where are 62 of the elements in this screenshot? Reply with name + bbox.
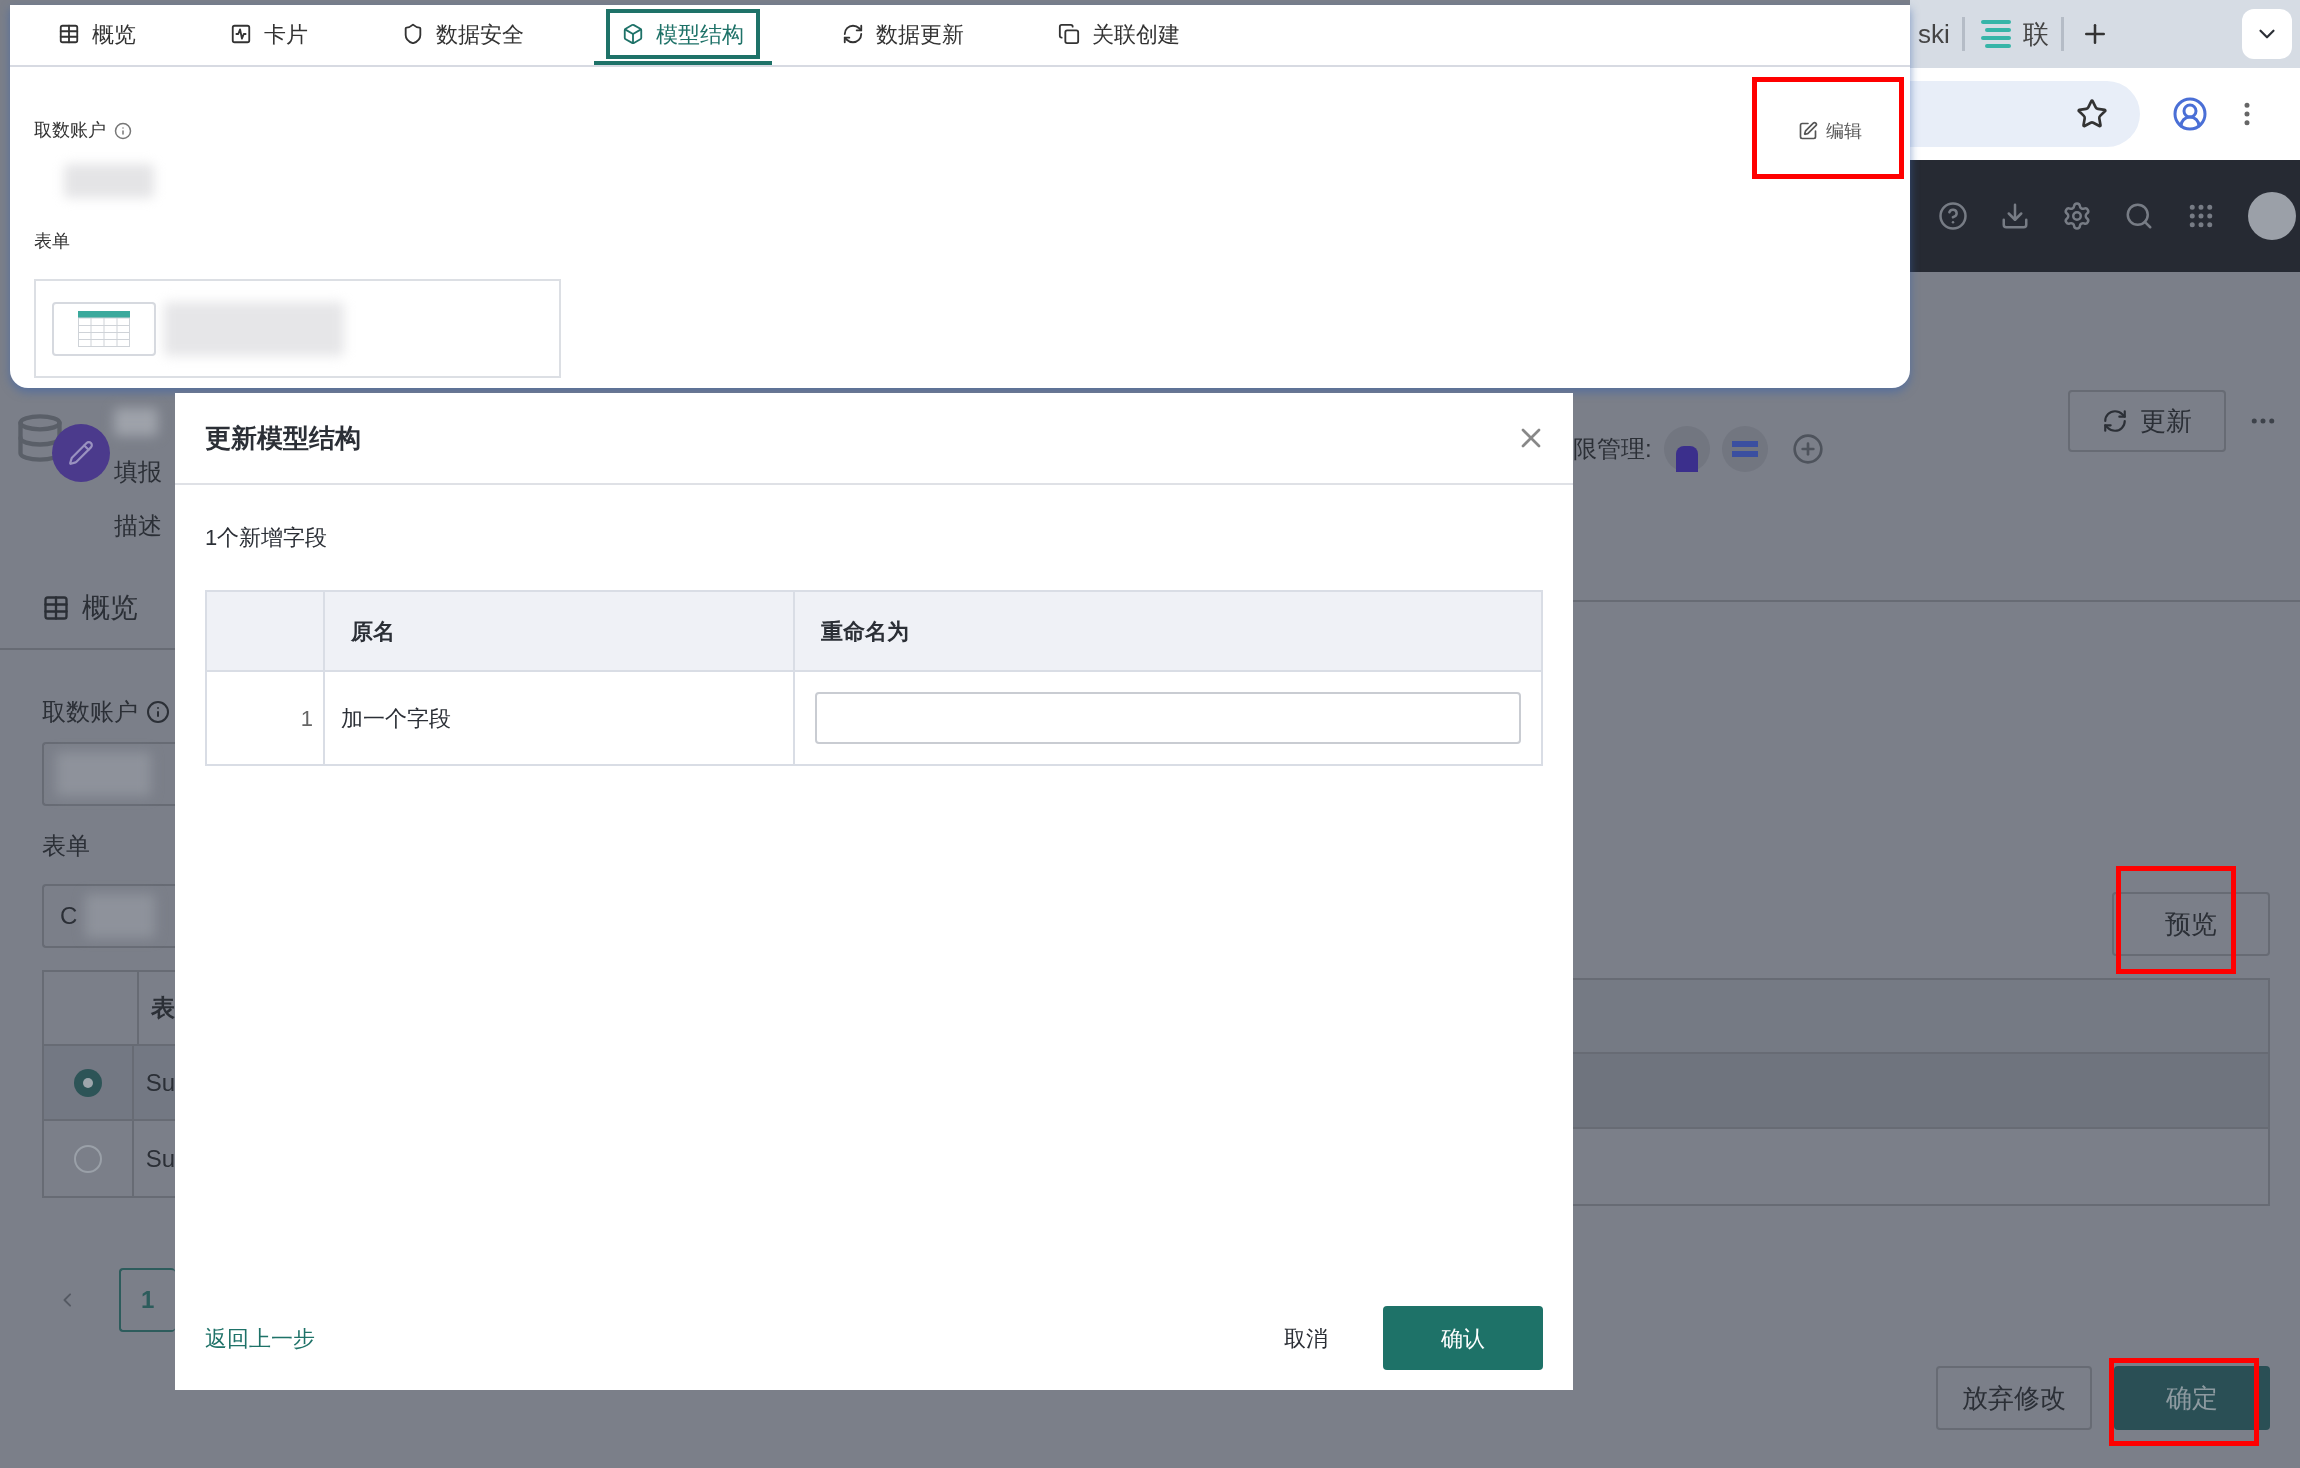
table-cell-text: Su: [144, 1067, 175, 1098]
table-cell: 加一个字段: [325, 672, 795, 764]
dialog-title: 更新模型结构: [205, 421, 361, 455]
link-icon: [1058, 23, 1080, 45]
table-icon: [42, 594, 70, 622]
chart-icon: [230, 23, 252, 45]
spreadsheet-icon: [78, 310, 130, 347]
field-label: 取数账户: [34, 119, 106, 142]
column-header: 表: [150, 993, 175, 1023]
download-icon[interactable]: [2000, 201, 2030, 231]
browser-tab[interactable]: ski: [1918, 14, 1950, 54]
browser-tab[interactable]: 联: [2022, 14, 2049, 54]
table-icon: [58, 23, 80, 45]
tab[interactable]: 数据安全: [378, 9, 548, 65]
preview-button[interactable]: 预览: [2112, 892, 2270, 956]
info-icon: [114, 121, 132, 140]
info-label: 填报: [114, 457, 162, 487]
info-icon: [146, 700, 170, 724]
confirm-button[interactable]: 确定: [2114, 1366, 2270, 1430]
radio-button[interactable]: [73, 1068, 102, 1097]
search-icon[interactable]: [2124, 201, 2154, 231]
column-header: 重命名为: [820, 617, 910, 646]
bookmark-star-icon[interactable]: [2076, 98, 2108, 130]
user-avatar: [1663, 426, 1710, 472]
edit-icon: [1798, 121, 1818, 141]
field-label: 表单: [42, 831, 91, 861]
table-cell-text: Su: [144, 1143, 175, 1174]
edit-button[interactable]: 编辑: [1798, 111, 1862, 151]
refresh-icon: [2102, 408, 2128, 434]
tab[interactable]: 概览: [34, 9, 160, 65]
permission-label: 限管理:: [1573, 434, 1652, 464]
edit-badge: [52, 424, 110, 482]
discard-button[interactable]: 放弃修改: [1936, 1366, 2092, 1430]
back-link[interactable]: 返回上一步: [205, 1321, 315, 1355]
update-button[interactable]: 更新: [2068, 390, 2226, 452]
info-label: 描述: [114, 511, 162, 541]
shield-icon: [402, 23, 424, 45]
profile-icon[interactable]: [2172, 96, 2208, 132]
refresh-icon: [842, 23, 864, 45]
tab[interactable]: 关联创建: [1034, 9, 1204, 65]
redacted-text: [114, 408, 158, 436]
tab[interactable]: 数据更新: [818, 9, 988, 65]
settings-icon[interactable]: [2062, 201, 2092, 231]
field-label: 表单: [34, 230, 71, 253]
add-user-icon[interactable]: [1791, 433, 1824, 465]
cube-icon: [622, 23, 644, 45]
radio-button[interactable]: [73, 1144, 102, 1173]
form-select[interactable]: C: [42, 884, 175, 948]
user-avatar[interactable]: [2248, 192, 2296, 240]
account-field[interactable]: [42, 742, 175, 806]
column-header: 原名: [325, 592, 795, 670]
field-label: 取数账户: [42, 697, 138, 727]
cancel-button[interactable]: 取消: [1261, 1306, 1351, 1370]
row-number: 1: [207, 672, 325, 764]
summary-text: 1个新增字段: [205, 524, 329, 552]
rename-input[interactable]: [815, 692, 1521, 744]
user-avatar: [1721, 426, 1768, 472]
lines-icon: [1980, 20, 2011, 48]
tab-label[interactable]: 概览: [82, 587, 138, 629]
confirm-button[interactable]: 确认: [1383, 1306, 1543, 1370]
help-icon[interactable]: [1938, 201, 1968, 231]
tab[interactable]: 卡片: [206, 9, 332, 65]
